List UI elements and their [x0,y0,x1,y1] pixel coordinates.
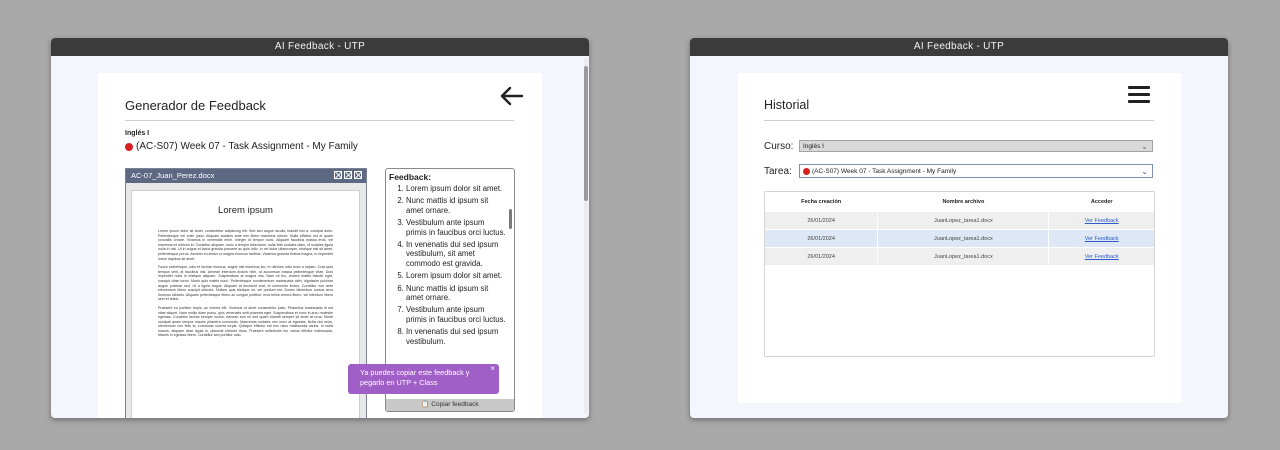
window-title: AI Feedback - UTP [690,38,1228,56]
copy-toast: Ya puedes copiar este feedback y pegarlo… [348,364,499,394]
cell-access: Ver Feedback [1048,229,1154,248]
document-window-controls [334,171,362,179]
course-label: Curso: [764,141,794,152]
course-name: Inglés I [125,130,150,137]
copy-feedback-button[interactable]: 📋 Copiar feedback [386,399,514,411]
task-select[interactable]: (AC-S07) Week 07 - Task Assignment - My … [799,164,1153,178]
copy-feedback-label: Copiar feedback [431,401,479,408]
feedback-item: In venenatis dui sed ipsum vestibulum. [406,327,506,346]
feedback-item: In venenatis dui sed ipsum vestibulum, s… [406,240,506,268]
view-feedback-link[interactable]: Ver Feedback [1085,254,1119,260]
menu-icon[interactable] [1128,86,1150,103]
view-feedback-link[interactable]: Ver Feedback [1085,236,1119,242]
feedback-item: Vestibulum ante ipsum primis in faucibus… [406,218,506,237]
task-label: Tarea: [764,166,792,177]
feedback-item: Lorem ipsum dolor sit amet. [406,184,506,193]
cell-access: Ver Feedback [1048,211,1154,230]
status-dot-icon [125,142,133,151]
cell-date: 26/01/2024 [765,211,878,230]
maximize-icon[interactable] [344,171,352,179]
close-icon[interactable] [354,171,362,179]
document-paragraph: Praesent eu porttitor turpis, ac viverra… [158,305,333,338]
history-table-container: Fecha creación Nombre archivo Acceder 26… [764,191,1155,357]
status-dot-icon [803,167,810,175]
course-select-value: Inglés I [803,143,824,150]
feedback-list: Lorem ipsum dolor sit amet. Nunc mattis … [386,184,506,346]
table-row: 26/01/2024 JuanLopez_tarea1.docx Ver Fee… [765,247,1154,265]
page-title: Historial [764,98,810,112]
chevron-down-icon: ⌄ [1141,142,1148,151]
task-select-value: (AC-S07) Week 07 - Task Assignment - My … [812,167,957,175]
feedback-item: Nunc mattis id ipsum sit amet ornare. [406,284,506,303]
task-name: (AC-S07) Week 07 - Task Assignment - My … [125,141,358,152]
history-table: Fecha creación Nombre archivo Acceder 26… [765,192,1154,265]
document-paragraph: Fusce scelerisque, odio et lacinia rhonc… [158,265,333,302]
chevron-down-icon: ⌄ [1141,167,1148,176]
column-header-filename: Nombre archivo [877,192,1049,212]
column-header-access: Acceder [1048,192,1154,212]
minimize-icon[interactable] [334,171,342,179]
back-arrow-icon[interactable] [498,85,524,107]
document-title: Lorem ipsum [218,205,273,216]
window-scrollbar[interactable] [584,58,588,414]
cell-access: Ver Feedback [1048,247,1154,265]
task-label: (AC-S07) Week 07 - Task Assignment - My … [136,141,358,152]
document-page: Lorem ipsum Lorem ipsum dolor sit amet, … [131,190,360,418]
history-card: Historial Curso: Inglés I ⌄ Tarea: (AC-S… [738,73,1181,403]
feedback-scrollbar-thumb[interactable] [509,209,512,229]
scrollbar-thumb[interactable] [584,66,588,201]
toast-close-icon[interactable]: × [490,364,495,374]
title-divider [125,120,514,121]
view-feedback-link[interactable]: Ver Feedback [1085,218,1119,224]
cell-date: 26/01/2024 [765,229,878,248]
course-select[interactable]: Inglés I ⌄ [799,140,1153,152]
column-header-date: Fecha creación [765,192,878,212]
page-title: Generador de Feedback [125,98,266,113]
cell-date: 26/01/2024 [765,247,878,265]
cell-filename: JuanLopez_tarea1.docx [877,211,1049,230]
window-title: AI Feedback - UTP [51,38,589,56]
cell-filename: JuanLopez_tarea1.docx [877,247,1049,265]
feedback-item: Nunc mattis id ipsum sit amet ornare. [406,196,506,215]
table-row: 26/01/2024 JuanLopez_tarea1.docx Ver Fee… [765,211,1154,230]
table-row: 26/01/2024 JuanLopez_tarea1.docx Ver Fee… [765,229,1154,248]
feedback-generator-window: AI Feedback - UTP Generador de Feedback … [51,38,589,418]
feedback-item: Vestibulum ante ipsum primis in faucibus… [406,305,506,324]
document-filename: AC-07_Juan_Perez.docx [131,171,215,180]
feedback-item: Lorem ipsum dolor sit amet. [406,271,506,280]
title-divider [764,120,1154,121]
document-header: AC-07_Juan_Perez.docx [126,169,366,183]
feedback-title: Feedback: [389,172,432,182]
feedback-scrollbar[interactable] [508,172,513,394]
cell-filename: JuanLopez_tarea1.docx [877,229,1049,248]
document-paragraph: Lorem ipsum dolor sit amet, consectetur … [158,229,333,261]
history-window: AI Feedback - UTP Historial Curso: Inglé… [690,38,1228,418]
clipboard-icon: 📋 [421,401,430,408]
toast-message: Ya puedes copiar este feedback y pegarlo… [360,368,470,387]
document-viewer[interactable]: AC-07_Juan_Perez.docx Lorem ipsum Lorem … [125,168,367,418]
